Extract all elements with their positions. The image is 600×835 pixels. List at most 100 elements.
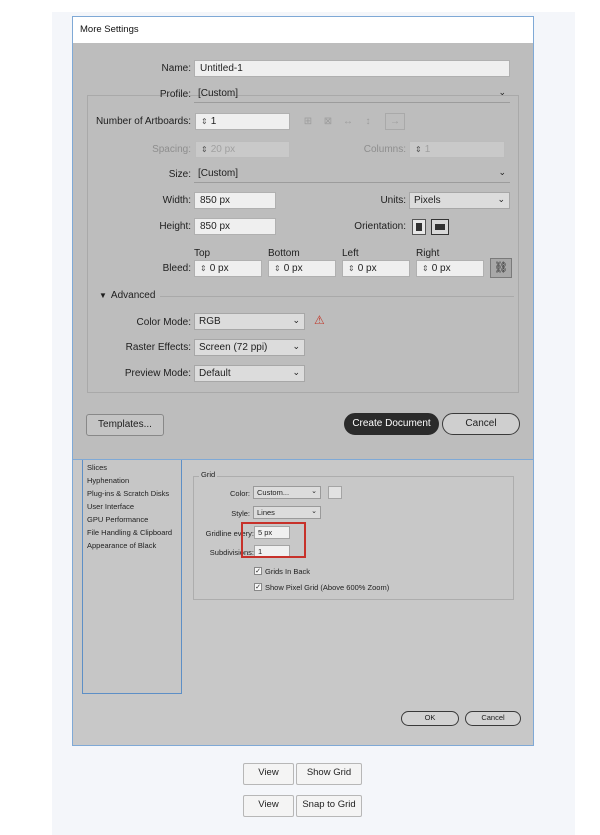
artboards-value: 1: [210, 116, 217, 127]
preferences-cancel-button[interactable]: Cancel: [465, 711, 521, 726]
bleed-label: Bleed:: [162, 263, 191, 274]
height-label: Height:: [159, 221, 191, 232]
color-mode-dropdown[interactable]: RGB ⌄: [194, 313, 305, 330]
show-pixel-grid-checkbox[interactable]: ✓: [254, 583, 262, 591]
preview-mode-dropdown[interactable]: Default ⌄: [194, 365, 305, 382]
stepper-arrows-icon: ⇕: [200, 264, 207, 273]
bleed-top-label: Top: [194, 248, 211, 259]
grid-style-label: Style:: [231, 509, 250, 518]
raster-effects-dropdown[interactable]: Screen (72 ppi) ⌄: [194, 339, 305, 356]
artboards-stepper[interactable]: ⇕ 1: [195, 113, 290, 130]
chevron-down-icon: ⌄: [498, 167, 506, 177]
bleed-bottom-value: 0 px: [283, 263, 303, 274]
view-menu-button-2[interactable]: View: [243, 795, 294, 817]
grid-style-select[interactable]: Lines ⌄: [253, 506, 321, 519]
preferences-category-list: Slices Hyphenation Plug-ins & Scratch Di…: [82, 458, 182, 694]
raster-effects-label: Raster Effects:: [125, 342, 191, 353]
preview-mode-value: Default: [199, 368, 231, 379]
view-menu-button[interactable]: View: [243, 763, 294, 785]
name-label: Name:: [161, 63, 191, 74]
layout-direction-icon[interactable]: →: [385, 113, 405, 130]
grids-in-back-label: Grids In Back: [265, 567, 311, 576]
grids-in-back-checkbox[interactable]: ✓: [254, 567, 262, 575]
arrange-by-row-icon[interactable]: ↔: [340, 114, 356, 130]
grid-color-swatch[interactable]: [328, 486, 342, 499]
grid-by-column-icon[interactable]: ⊠: [320, 114, 336, 130]
create-document-button[interactable]: Create Document: [344, 413, 439, 435]
profile-dropdown[interactable]: [Custom] ⌄: [194, 86, 510, 103]
triangle-down-icon: ▼: [99, 291, 107, 300]
pref-item-slices[interactable]: Slices: [87, 463, 107, 472]
spacing-stepper[interactable]: ⇕ 20 px: [195, 141, 290, 158]
pref-item-user-interface[interactable]: User Interface: [87, 502, 134, 511]
dialog-titlebar: More Settings: [73, 17, 533, 43]
grid-group-title: Grid: [199, 470, 218, 479]
profile-value: [Custom]: [198, 88, 239, 99]
pref-item-file-handling[interactable]: File Handling & Clipboard: [87, 528, 172, 537]
snap-to-grid-button[interactable]: Snap to Grid: [296, 795, 362, 817]
size-value: [Custom]: [198, 168, 239, 179]
name-input[interactable]: Untitled-1: [194, 60, 510, 77]
grid-color-value: Custom...: [257, 488, 290, 497]
chevron-down-icon: ⌄: [292, 367, 300, 377]
bleed-right-label: Right: [416, 248, 440, 259]
units-label: Units:: [380, 195, 406, 206]
width-input[interactable]: 850 px: [194, 192, 276, 209]
preview-mode-label: Preview Mode:: [124, 368, 191, 379]
stepper-arrows-icon: ⇕: [201, 145, 208, 154]
cancel-button[interactable]: Cancel: [442, 413, 520, 435]
stepper-arrows-icon: ⇕: [348, 264, 355, 273]
pref-item-appearance-of-black[interactable]: Appearance of Black: [87, 541, 156, 550]
chevron-down-icon: ⌄: [498, 87, 506, 97]
templates-button[interactable]: Templates...: [86, 414, 164, 436]
color-mode-label: Color Mode:: [136, 317, 191, 328]
grid-by-row-icon[interactable]: ⊞: [300, 114, 316, 130]
units-dropdown[interactable]: Pixels ⌄: [409, 192, 510, 209]
bleed-top-stepper[interactable]: ⇕ 0 px: [194, 260, 262, 277]
columns-label: Columns:: [363, 144, 406, 155]
landscape-orientation-icon[interactable]: [431, 219, 449, 235]
landscape-glyph: [435, 224, 445, 230]
pref-item-plugins[interactable]: Plug-ins & Scratch Disks: [87, 489, 169, 498]
stepper-arrows-icon: ⇕: [415, 145, 422, 154]
portrait-glyph: [416, 223, 422, 231]
raster-effects-value: Screen (72 ppi): [199, 342, 268, 353]
chevron-down-icon: ⌄: [311, 488, 317, 495]
stepper-arrows-icon: ⇕: [274, 264, 281, 273]
dialog-title: More Settings: [80, 24, 139, 35]
show-pixel-grid-label: Show Pixel Grid (Above 600% Zoom): [265, 583, 390, 592]
show-grid-button[interactable]: Show Grid: [296, 763, 362, 785]
spacing-value: 20 px: [210, 144, 236, 155]
portrait-orientation-icon[interactable]: [412, 219, 426, 235]
orientation-label: Orientation:: [354, 221, 406, 232]
bleed-right-stepper[interactable]: ⇕ 0 px: [416, 260, 484, 277]
bleed-left-value: 0 px: [357, 263, 377, 274]
grid-color-label: Color:: [229, 489, 250, 498]
chevron-down-icon: ⌄: [497, 194, 505, 204]
grid-color-select[interactable]: Custom... ⌄: [253, 486, 321, 499]
pref-item-hyphenation[interactable]: Hyphenation: [87, 476, 129, 485]
warning-icon[interactable]: ⚠: [314, 313, 325, 327]
bleed-right-value: 0 px: [431, 263, 451, 274]
bleed-bottom-stepper[interactable]: ⇕ 0 px: [268, 260, 336, 277]
advanced-toggle[interactable]: ▼ Advanced: [99, 290, 155, 301]
advanced-divider: [160, 296, 514, 297]
height-input[interactable]: 850 px: [194, 218, 276, 235]
link-bleed-icon[interactable]: ⛓: [490, 258, 512, 278]
bleed-top-value: 0 px: [209, 263, 229, 274]
more-settings-dialog: More Settings: [72, 16, 534, 460]
bleed-left-stepper[interactable]: ⇕ 0 px: [342, 260, 410, 277]
columns-stepper[interactable]: ⇕ 1: [409, 141, 505, 158]
size-dropdown[interactable]: [Custom] ⌄: [194, 166, 510, 183]
stepper-arrows-icon: ⇕: [201, 117, 208, 126]
bleed-left-label: Left: [342, 248, 359, 259]
preferences-ok-button[interactable]: OK: [401, 711, 459, 726]
arrange-by-column-icon[interactable]: ↕: [360, 114, 376, 130]
profile-label: Profile:: [159, 89, 191, 100]
chevron-down-icon: ⌄: [292, 315, 300, 325]
highlight-box: [241, 522, 306, 558]
units-value: Pixels: [414, 195, 441, 206]
pref-item-gpu-performance[interactable]: GPU Performance: [87, 515, 148, 524]
chevron-down-icon: ⌄: [311, 508, 317, 515]
grid-style-value: Lines: [257, 508, 275, 517]
